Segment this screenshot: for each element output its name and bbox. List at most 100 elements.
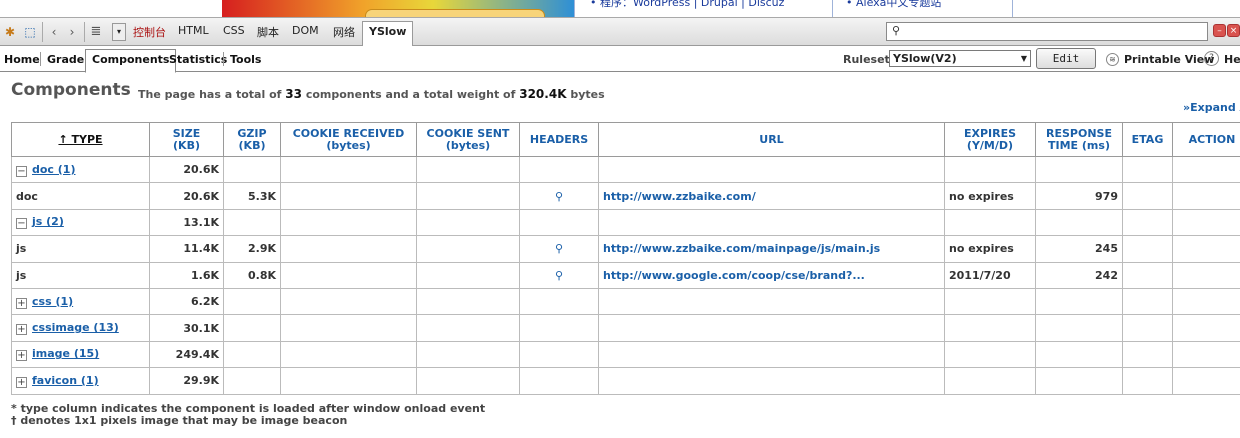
etag-cell xyxy=(1122,182,1173,210)
tab-console[interactable]: 控制台 xyxy=(133,24,166,40)
minimize-icon[interactable]: – xyxy=(1213,24,1226,37)
group-row: + cssimage (13) 30.1K xyxy=(11,314,1240,342)
nav-grade[interactable]: Grade xyxy=(47,53,84,66)
dropdown-icon[interactable]: ▾ xyxy=(112,23,126,41)
size-cell: 13.1K xyxy=(149,208,224,237)
top-link-programs[interactable]: • 程序：WordPress | Drupal | Discuz xyxy=(590,0,784,10)
search-input[interactable]: ⚲ xyxy=(886,22,1208,41)
nav-components[interactable]: Components xyxy=(85,49,177,73)
expand-toggle-icon[interactable]: + xyxy=(16,324,27,336)
size-cell: 6.2K xyxy=(149,287,224,316)
type-cell: + cssimage (13) xyxy=(11,314,150,342)
empty-cell xyxy=(519,340,599,369)
component-row: doc 20.6K 5.3K ⚲ http://www.zzbaike.com/no e… xyxy=(11,182,1240,210)
expand-toggle-icon[interactable]: + xyxy=(16,350,27,362)
empty-cell xyxy=(1035,155,1123,184)
inspect-icon[interactable]: ⬚ xyxy=(22,24,38,40)
column-header[interactable]: HEADERS xyxy=(519,122,599,157)
empty-cell xyxy=(944,314,1036,342)
column-header[interactable]: EXPIRES (Y/M/D) xyxy=(944,122,1036,157)
cookie-received-cell xyxy=(280,261,417,289)
print-icon[interactable]: ≋ xyxy=(1106,53,1119,66)
help-icon[interactable]: ? xyxy=(1204,51,1219,66)
nav-tools[interactable]: Tools xyxy=(230,53,261,66)
empty-cell xyxy=(598,340,945,369)
magnifier-icon[interactable]: ⚲ xyxy=(555,190,563,203)
type-value: js xyxy=(16,268,27,282)
column-header[interactable]: RESPONSE TIME (ms) xyxy=(1035,122,1123,157)
component-count: 33 xyxy=(285,87,302,101)
url-link[interactable]: http://www.zzbaike.com/mainpage/js/main.… xyxy=(603,242,880,255)
firebug-icon[interactable]: ✱ xyxy=(2,24,18,40)
column-header-label: HEADERS xyxy=(529,132,589,146)
empty-cell xyxy=(280,208,417,237)
help-link[interactable]: Hel xyxy=(1224,53,1240,66)
magnifier-icon[interactable]: ⚲ xyxy=(555,242,563,255)
empty-cell xyxy=(1122,287,1173,316)
group-link[interactable]: css (1) xyxy=(32,295,73,308)
expand-toggle-icon[interactable]: + xyxy=(16,376,27,388)
ruleset-select[interactable]: YSlow(V2) ▼ xyxy=(889,50,1031,67)
response-value: 242 xyxy=(1095,268,1118,282)
empty-cell xyxy=(1122,155,1173,184)
edit-button[interactable]: Edit xyxy=(1036,48,1096,69)
size-value: 20.6K xyxy=(183,189,219,203)
column-header[interactable]: GZIP (KB) xyxy=(223,122,281,157)
tab-yslow[interactable]: YSlow xyxy=(362,21,414,46)
magnifier-icon[interactable]: ⚲ xyxy=(555,269,563,282)
empty-cell xyxy=(1172,208,1240,237)
column-header[interactable]: COOKIE SENT (bytes) xyxy=(416,122,520,157)
column-header-label: ↑ TYPE xyxy=(58,132,103,146)
menu-icon[interactable]: ≣ xyxy=(88,24,104,40)
ad-banner xyxy=(222,0,574,17)
back-arrow-icon[interactable]: ‹ xyxy=(46,24,62,40)
empty-cell xyxy=(280,340,417,369)
top-link-alexa[interactable]: • Alexa中文专题站 xyxy=(846,0,941,10)
expand-all-link[interactable]: »Expand Al xyxy=(1183,101,1240,114)
printable-view-link[interactable]: Printable View xyxy=(1124,53,1214,66)
expand-toggle-icon[interactable]: − xyxy=(16,165,27,177)
group-link[interactable]: favicon (1) xyxy=(32,374,99,387)
total-weight: 320.4K xyxy=(519,87,567,101)
forward-arrow-icon[interactable]: › xyxy=(64,24,80,40)
empty-cell xyxy=(280,155,417,184)
url-link[interactable]: http://www.zzbaike.com/ xyxy=(603,190,756,203)
column-header-unit: (Y/M/D) xyxy=(966,138,1014,152)
cookie-sent-cell xyxy=(416,235,520,263)
group-link[interactable]: doc (1) xyxy=(32,163,76,176)
tab-html[interactable]: HTML xyxy=(178,24,209,37)
tab-script[interactable]: 脚本 xyxy=(257,24,279,40)
components-table: ↑ TYPE SIZE (KB) GZIP (KB) COOKIE RECEIVED (by… xyxy=(11,122,1240,395)
nav-separator xyxy=(223,52,224,66)
empty-cell xyxy=(1122,367,1173,395)
tab-css[interactable]: CSS xyxy=(223,24,245,37)
empty-cell xyxy=(519,155,599,184)
tab-network[interactable]: 网络 xyxy=(333,24,355,40)
group-link[interactable]: js (2) xyxy=(32,215,64,228)
column-header[interactable]: COOKIE RECEIVED (bytes) xyxy=(280,122,417,157)
column-header[interactable]: ETAG xyxy=(1122,122,1173,157)
nav-statistics[interactable]: Statistics xyxy=(169,53,227,66)
column-header-unit: (bytes) xyxy=(445,138,491,152)
empty-cell xyxy=(519,367,599,395)
close-icon[interactable]: × xyxy=(1227,24,1240,37)
cookie-received-cell xyxy=(280,235,417,263)
column-header[interactable]: SIZE (KB) xyxy=(149,122,224,157)
expand-toggle-icon[interactable]: + xyxy=(16,297,27,309)
empty-cell xyxy=(223,287,281,316)
empty-cell xyxy=(416,367,520,395)
expand-toggle-icon[interactable]: − xyxy=(16,218,27,230)
column-header[interactable]: ↑ TYPE xyxy=(11,122,150,157)
empty-cell xyxy=(1035,367,1123,395)
headers-cell: ⚲ xyxy=(519,235,599,263)
group-link[interactable]: image (15) xyxy=(32,347,99,360)
group-link[interactable]: cssimage (13) xyxy=(32,321,119,334)
empty-cell xyxy=(598,155,945,184)
expires-cell: no expires xyxy=(944,182,1036,210)
nav-home[interactable]: Home xyxy=(4,53,40,66)
url-link[interactable]: http://www.google.com/coop/cse/brand?... xyxy=(603,269,865,282)
tab-dom[interactable]: DOM xyxy=(292,24,319,37)
column-header[interactable]: ACTION xyxy=(1172,122,1240,157)
column-header[interactable]: URL xyxy=(598,122,945,157)
size-value: 249.4K xyxy=(175,347,219,361)
